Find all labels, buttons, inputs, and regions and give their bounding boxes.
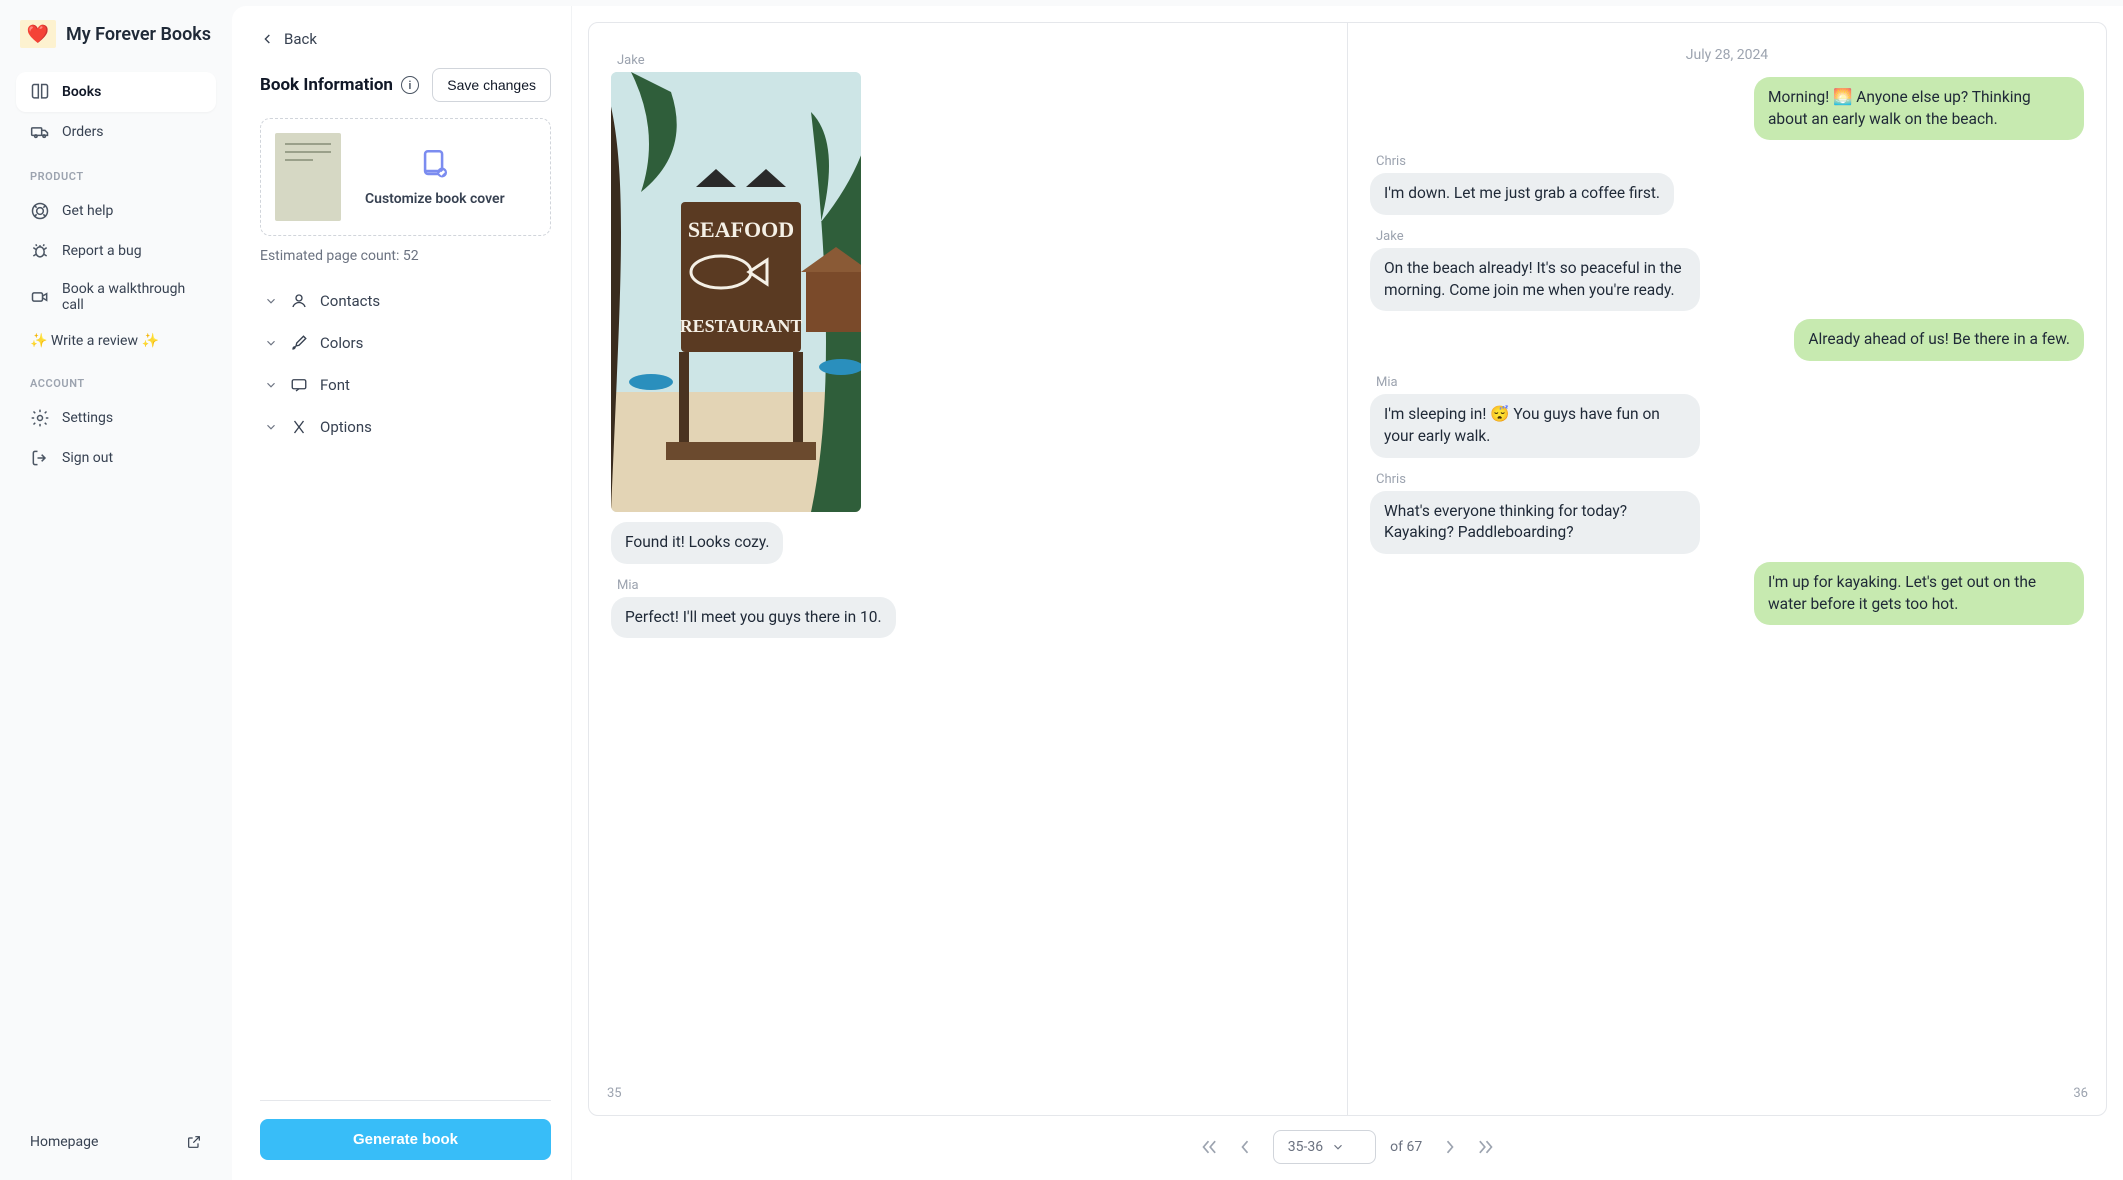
brand-logo: ❤️ [20, 20, 56, 48]
page-right: July 28, 2024 Morning! 🌅 Anyone else up?… [1348, 23, 2106, 1115]
message-sender: Mia [1376, 375, 2084, 390]
editor-panel: Back Book Information i Save changes Cus… [232, 6, 572, 1180]
message-bubble-incoming: On the beach already! It's so peaceful i… [1370, 248, 1700, 311]
date-header: July 28, 2024 [1370, 47, 2084, 63]
sidebar-item-books[interactable]: Books [16, 72, 216, 112]
back-label: Back [284, 30, 317, 48]
sidebar-item-label: Get help [62, 203, 113, 219]
first-page-button[interactable] [1197, 1133, 1225, 1161]
page-select-value: 35-36 [1288, 1139, 1323, 1155]
homepage-label: Homepage [30, 1134, 98, 1150]
cover-customize-box[interactable]: Customize book cover [260, 118, 551, 236]
accordion-label: Options [320, 418, 372, 436]
prev-page-button[interactable] [1231, 1133, 1259, 1161]
brand: ❤️ My Forever Books [16, 20, 216, 48]
page-select[interactable]: 35-36 [1273, 1130, 1376, 1164]
message-sender: Chris [1376, 472, 2084, 487]
chevron-down-icon [264, 420, 278, 434]
estimated-pages: Estimated page count: 52 [260, 248, 551, 264]
save-button[interactable]: Save changes [432, 68, 551, 102]
message-bubble-outgoing: I'm up for kayaking. Let's get out on th… [1754, 562, 2084, 625]
cover-thumbnail [275, 133, 341, 221]
external-link-icon [186, 1134, 202, 1150]
pager: 35-36 of 67 [588, 1116, 2107, 1170]
video-icon [30, 287, 50, 307]
signout-icon [30, 448, 50, 468]
chevron-down-icon [264, 336, 278, 350]
book-icon [30, 82, 50, 102]
bug-icon [30, 241, 50, 261]
sidebar-item-label: Book a walkthrough call [62, 281, 202, 313]
message-sender: Mia [617, 578, 1325, 593]
page-left: Jake SEAFOOD RESTAURANT F [589, 23, 1348, 1115]
accordion-colors[interactable]: Colors [260, 322, 551, 364]
section-label-product: PRODUCT [16, 152, 216, 191]
section-title: Book Information i [260, 75, 419, 95]
section-title-text: Book Information [260, 75, 393, 95]
accordion-font[interactable]: Font [260, 364, 551, 406]
sidebar-item-label: Settings [62, 410, 113, 426]
chevron-down-icon [1331, 1140, 1345, 1154]
arrow-left-icon [260, 31, 276, 47]
message-bubble-incoming: I'm sleeping in! 😴 You guys have fun on … [1370, 394, 1700, 457]
chevron-down-icon [264, 294, 278, 308]
sidebar-item-label: ✨ Write a review ✨ [30, 333, 159, 349]
sidebar-item-settings[interactable]: Settings [16, 398, 216, 438]
sidebar-item-walkthrough[interactable]: Book a walkthrough call [16, 271, 216, 323]
sidebar-item-signout[interactable]: Sign out [16, 438, 216, 478]
sidebar-item-label: Orders [62, 124, 104, 140]
last-page-button[interactable] [1470, 1133, 1498, 1161]
page-number-right: 36 [2073, 1086, 2088, 1101]
sidebar: ❤️ My Forever Books Books Orders PRODUCT… [0, 0, 232, 1180]
brand-name: My Forever Books [66, 24, 211, 45]
gear-icon [30, 408, 50, 428]
contacts-icon [290, 292, 308, 310]
accordion-label: Contacts [320, 292, 380, 310]
truck-icon [30, 122, 50, 142]
preview-area: Jake SEAFOOD RESTAURANT F [572, 6, 2123, 1180]
message-bubble-incoming: I'm down. Let me just grab a coffee firs… [1370, 173, 1674, 215]
message-sender: Jake [1376, 229, 2084, 244]
sidebar-item-label: Books [62, 84, 101, 100]
sidebar-item-orders[interactable]: Orders [16, 112, 216, 152]
next-page-button[interactable] [1436, 1133, 1464, 1161]
accordion-contacts[interactable]: Contacts [260, 280, 551, 322]
chat-icon [290, 376, 308, 394]
message-sender: Jake [617, 53, 1325, 68]
main: Back Book Information i Save changes Cus… [232, 6, 2123, 1180]
sidebar-item-review[interactable]: ✨ Write a review ✨ [16, 323, 216, 359]
sidebar-item-label: Sign out [62, 450, 113, 466]
accordion-label: Colors [320, 334, 363, 352]
accordion-options[interactable]: Options [260, 406, 551, 448]
section-label-account: ACCOUNT [16, 359, 216, 398]
sidebar-item-get-help[interactable]: Get help [16, 191, 216, 231]
message-bubble-outgoing: Morning! 🌅 Anyone else up? Thinking abou… [1754, 77, 2084, 140]
brush-icon [290, 334, 308, 352]
book-edit-icon [418, 147, 452, 181]
sidebar-item-report-bug[interactable]: Report a bug [16, 231, 216, 271]
lifebuoy-icon [30, 201, 50, 221]
homepage-link[interactable]: Homepage [16, 1124, 216, 1160]
chevron-down-icon [264, 378, 278, 392]
page-total: of 67 [1390, 1139, 1422, 1155]
accordion-label: Font [320, 376, 350, 394]
message-photo: SEAFOOD RESTAURANT [611, 72, 861, 512]
generate-book-button[interactable]: Generate book [260, 1119, 551, 1160]
message-bubble-incoming: What's everyone thinking for today? Kaya… [1370, 491, 1700, 554]
message-bubble-incoming: Perfect! I'll meet you guys there in 10. [611, 597, 896, 639]
tools-icon [290, 418, 308, 436]
info-icon[interactable]: i [401, 76, 419, 94]
message-bubble-outgoing: Already ahead of us! Be there in a few. [1794, 319, 2084, 361]
sidebar-item-label: Report a bug [62, 243, 142, 259]
svg-text:SEAFOOD: SEAFOOD [688, 217, 794, 242]
svg-text:RESTAURANT: RESTAURANT [680, 316, 803, 336]
back-button[interactable]: Back [260, 30, 551, 48]
cover-cta-label: Customize book cover [365, 191, 505, 207]
message-bubble-incoming: Found it! Looks cozy. [611, 522, 783, 564]
message-sender: Chris [1376, 154, 2084, 169]
book-spread: Jake SEAFOOD RESTAURANT F [588, 22, 2107, 1116]
page-number-left: 35 [607, 1086, 622, 1101]
